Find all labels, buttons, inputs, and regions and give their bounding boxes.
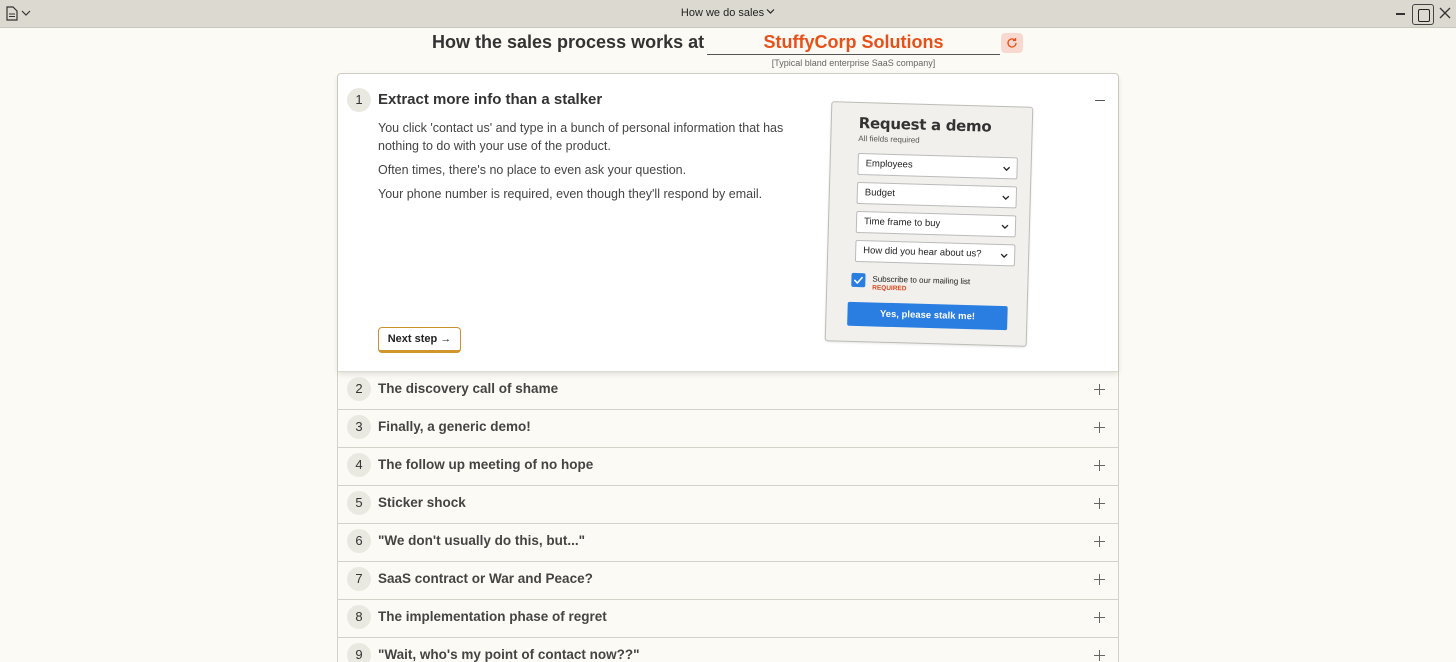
step-row[interactable]: 9 "Wait, who's my point of contact now??… (338, 638, 1118, 662)
expand-plus-icon[interactable] (1094, 384, 1106, 396)
window-title-text: How we do sales (680, 7, 765, 19)
expand-plus-icon[interactable] (1094, 422, 1106, 434)
refresh-button[interactable] (1001, 33, 1023, 53)
page-heading: How the sales process works at StuffyCor… (432, 32, 1032, 72)
step-title: The discovery call of shame (378, 381, 559, 396)
step-number-badge: 8 (347, 605, 371, 629)
expand-plus-icon[interactable] (1094, 612, 1106, 624)
step-row[interactable]: 8 The implementation phase of regret (338, 600, 1118, 638)
step-number-badge: 2 (347, 377, 371, 401)
checkmark-icon (853, 276, 864, 285)
collapse-icon[interactable] (1095, 100, 1105, 101)
window-titlebar: How we do sales (0, 0, 1456, 28)
expand-plus-icon[interactable] (1094, 574, 1106, 586)
referral-dropdown: How did you hear about us? (854, 239, 1016, 267)
step-title: The follow up meeting of no hope (378, 457, 594, 472)
next-step-button[interactable]: Next step → (378, 327, 461, 353)
title-chevron-down-icon (766, 9, 775, 14)
refresh-icon (1007, 38, 1017, 48)
step-number-badge: 4 (347, 453, 371, 477)
step-row[interactable]: 5 Sticker shock (338, 486, 1118, 524)
dropdown-label: How did you hear about us? (863, 245, 982, 260)
step-row[interactable]: 6 "We don't usually do this, but..." (338, 524, 1118, 562)
chevron-down-icon (1001, 224, 1009, 230)
demo-card-title: Request a demo (858, 114, 992, 136)
request-demo-illustration: Request a demo All fields required Emplo… (824, 101, 1034, 347)
step-number-badge: 6 (347, 529, 371, 553)
step-title: The implementation phase of regret (378, 609, 607, 624)
step-paragraph: Often times, there's no place to even as… (378, 163, 687, 177)
step-number-badge: 7 (347, 567, 371, 591)
chevron-down-icon (1000, 253, 1008, 259)
step-title: "Wait, who's my point of contact now??" (378, 647, 640, 662)
step-row[interactable]: 4 The follow up meeting of no hope (338, 448, 1118, 486)
step-description: You click 'contact us' and type in a bun… (378, 119, 798, 209)
step-row[interactable]: 3 Finally, a generic demo! (338, 410, 1118, 448)
step-title: SaaS contract or War and Peace? (378, 571, 593, 586)
mailing-list-checkbox (851, 272, 866, 288)
chevron-down-icon (1003, 166, 1011, 172)
step-row[interactable]: 2 The discovery call of shame (338, 372, 1118, 410)
step-number-badge: 3 (347, 415, 371, 439)
company-name-field[interactable]: StuffyCorp Solutions (707, 32, 1000, 55)
window-title[interactable]: How we do sales (0, 7, 1456, 19)
heading-prefix: How the sales process works at (432, 32, 705, 52)
required-label: REQUIRED (872, 284, 907, 293)
step-title: Sticker shock (378, 495, 466, 510)
minimize-icon[interactable] (1396, 13, 1405, 15)
maximize-icon[interactable] (1412, 4, 1434, 25)
step-number-badge: 9 (347, 643, 371, 662)
dropdown-label: Employees (865, 158, 913, 171)
close-icon[interactable] (1439, 7, 1451, 19)
expand-plus-icon[interactable] (1094, 536, 1106, 548)
step-paragraph: You click 'contact us' and type in a bun… (378, 121, 784, 153)
step-title: Finally, a generic demo! (378, 419, 531, 434)
expand-plus-icon[interactable] (1094, 498, 1106, 510)
step-number-badge: 1 (347, 88, 371, 112)
step-panel-expanded: 1 Extract more info than a stalker You c… (338, 74, 1118, 372)
step-row[interactable]: 7 SaaS contract or War and Peace? (338, 562, 1118, 600)
company-subtitle: [Typical bland enterprise SaaS company] (771, 58, 936, 68)
dropdown-label: Budget (864, 187, 896, 200)
step-number-badge: 5 (347, 491, 371, 515)
demo-card-subtitle: All fields required (858, 133, 920, 145)
timeframe-dropdown: Time frame to buy (855, 210, 1017, 238)
chevron-down-icon (1002, 195, 1010, 201)
step-title[interactable]: Extract more info than a stalker (378, 91, 602, 108)
dropdown-label: Time frame to buy (863, 216, 941, 230)
step-paragraph: Your phone number is required, even thou… (378, 187, 763, 201)
employees-dropdown: Employees (857, 152, 1018, 180)
expand-plus-icon[interactable] (1094, 650, 1106, 662)
budget-dropdown: Budget (856, 181, 1018, 209)
step-title: "We don't usually do this, but..." (378, 533, 586, 548)
steps-accordion: 1 Extract more info than a stalker You c… (337, 73, 1119, 662)
stalk-me-button: Yes, please stalk me! (847, 301, 1008, 331)
expand-plus-icon[interactable] (1094, 460, 1106, 472)
